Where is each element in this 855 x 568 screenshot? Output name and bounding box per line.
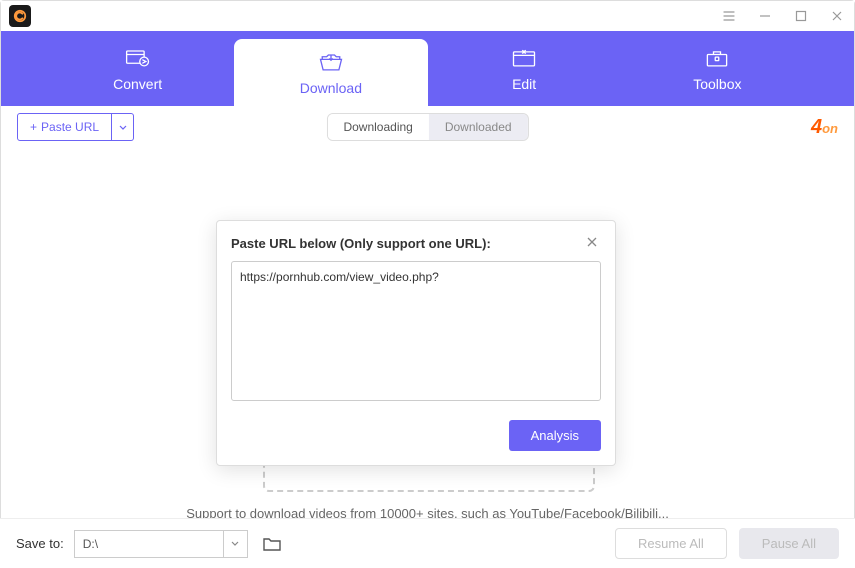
sub-tab-downloaded[interactable]: Downloaded (429, 114, 528, 140)
tab-toolbox-label: Toolbox (693, 76, 741, 92)
paste-url-group: + Paste URL (17, 113, 134, 141)
brand-badge: 4on (811, 116, 838, 139)
menu-icon[interactable] (720, 7, 738, 25)
toolbar-row: + Paste URL Downloading Downloaded 4on (1, 106, 854, 148)
titlebar (1, 1, 854, 31)
minimize-icon[interactable] (756, 7, 774, 25)
tab-convert[interactable]: Convert (41, 31, 234, 106)
close-icon[interactable] (828, 7, 846, 25)
bottom-bar: Save to: Resume All Pause All (0, 518, 855, 568)
folder-icon (262, 536, 282, 552)
plus-icon: + (30, 120, 37, 134)
save-path-group (74, 530, 248, 558)
analysis-button[interactable]: Analysis (509, 420, 601, 451)
save-path-input[interactable] (74, 530, 224, 558)
app-logo (9, 5, 31, 27)
chevron-down-icon (119, 125, 127, 130)
right-actions: Resume All Pause All (615, 528, 839, 559)
sub-tab-downloading[interactable]: Downloading (327, 114, 428, 140)
paste-url-button[interactable]: + Paste URL (17, 113, 112, 141)
tab-toolbox[interactable]: Toolbox (621, 31, 814, 106)
nav-tabs: Convert Download Edit Toolbox (1, 31, 854, 106)
paste-url-dropdown[interactable] (112, 113, 134, 141)
window-controls (720, 7, 846, 25)
open-folder-button[interactable] (262, 536, 282, 552)
tab-edit-label: Edit (512, 76, 536, 92)
sub-tab-group: Downloading Downloaded (326, 113, 528, 141)
dialog-title: Paste URL below (Only support one URL): (231, 236, 491, 251)
dialog-header: Paste URL below (Only support one URL): (231, 235, 601, 251)
dialog-close-button[interactable] (585, 235, 601, 251)
tab-download-label: Download (300, 80, 362, 96)
save-path-dropdown[interactable] (224, 530, 248, 558)
main-area: Copy URL and click here to download Supp… (1, 148, 854, 513)
url-input[interactable] (231, 261, 601, 401)
pause-all-button[interactable]: Pause All (739, 528, 839, 559)
maximize-icon[interactable] (792, 7, 810, 25)
resume-all-button[interactable]: Resume All (615, 528, 727, 559)
tab-convert-label: Convert (113, 76, 162, 92)
save-to-label: Save to: (16, 536, 64, 551)
dialog-footer: Analysis (231, 420, 601, 451)
tab-download[interactable]: Download (234, 39, 427, 106)
paste-url-label: Paste URL (41, 120, 99, 134)
chevron-down-icon (231, 541, 239, 546)
tab-edit[interactable]: Edit (428, 31, 621, 106)
paste-url-dialog: Paste URL below (Only support one URL): … (216, 220, 616, 466)
close-icon (585, 235, 599, 249)
